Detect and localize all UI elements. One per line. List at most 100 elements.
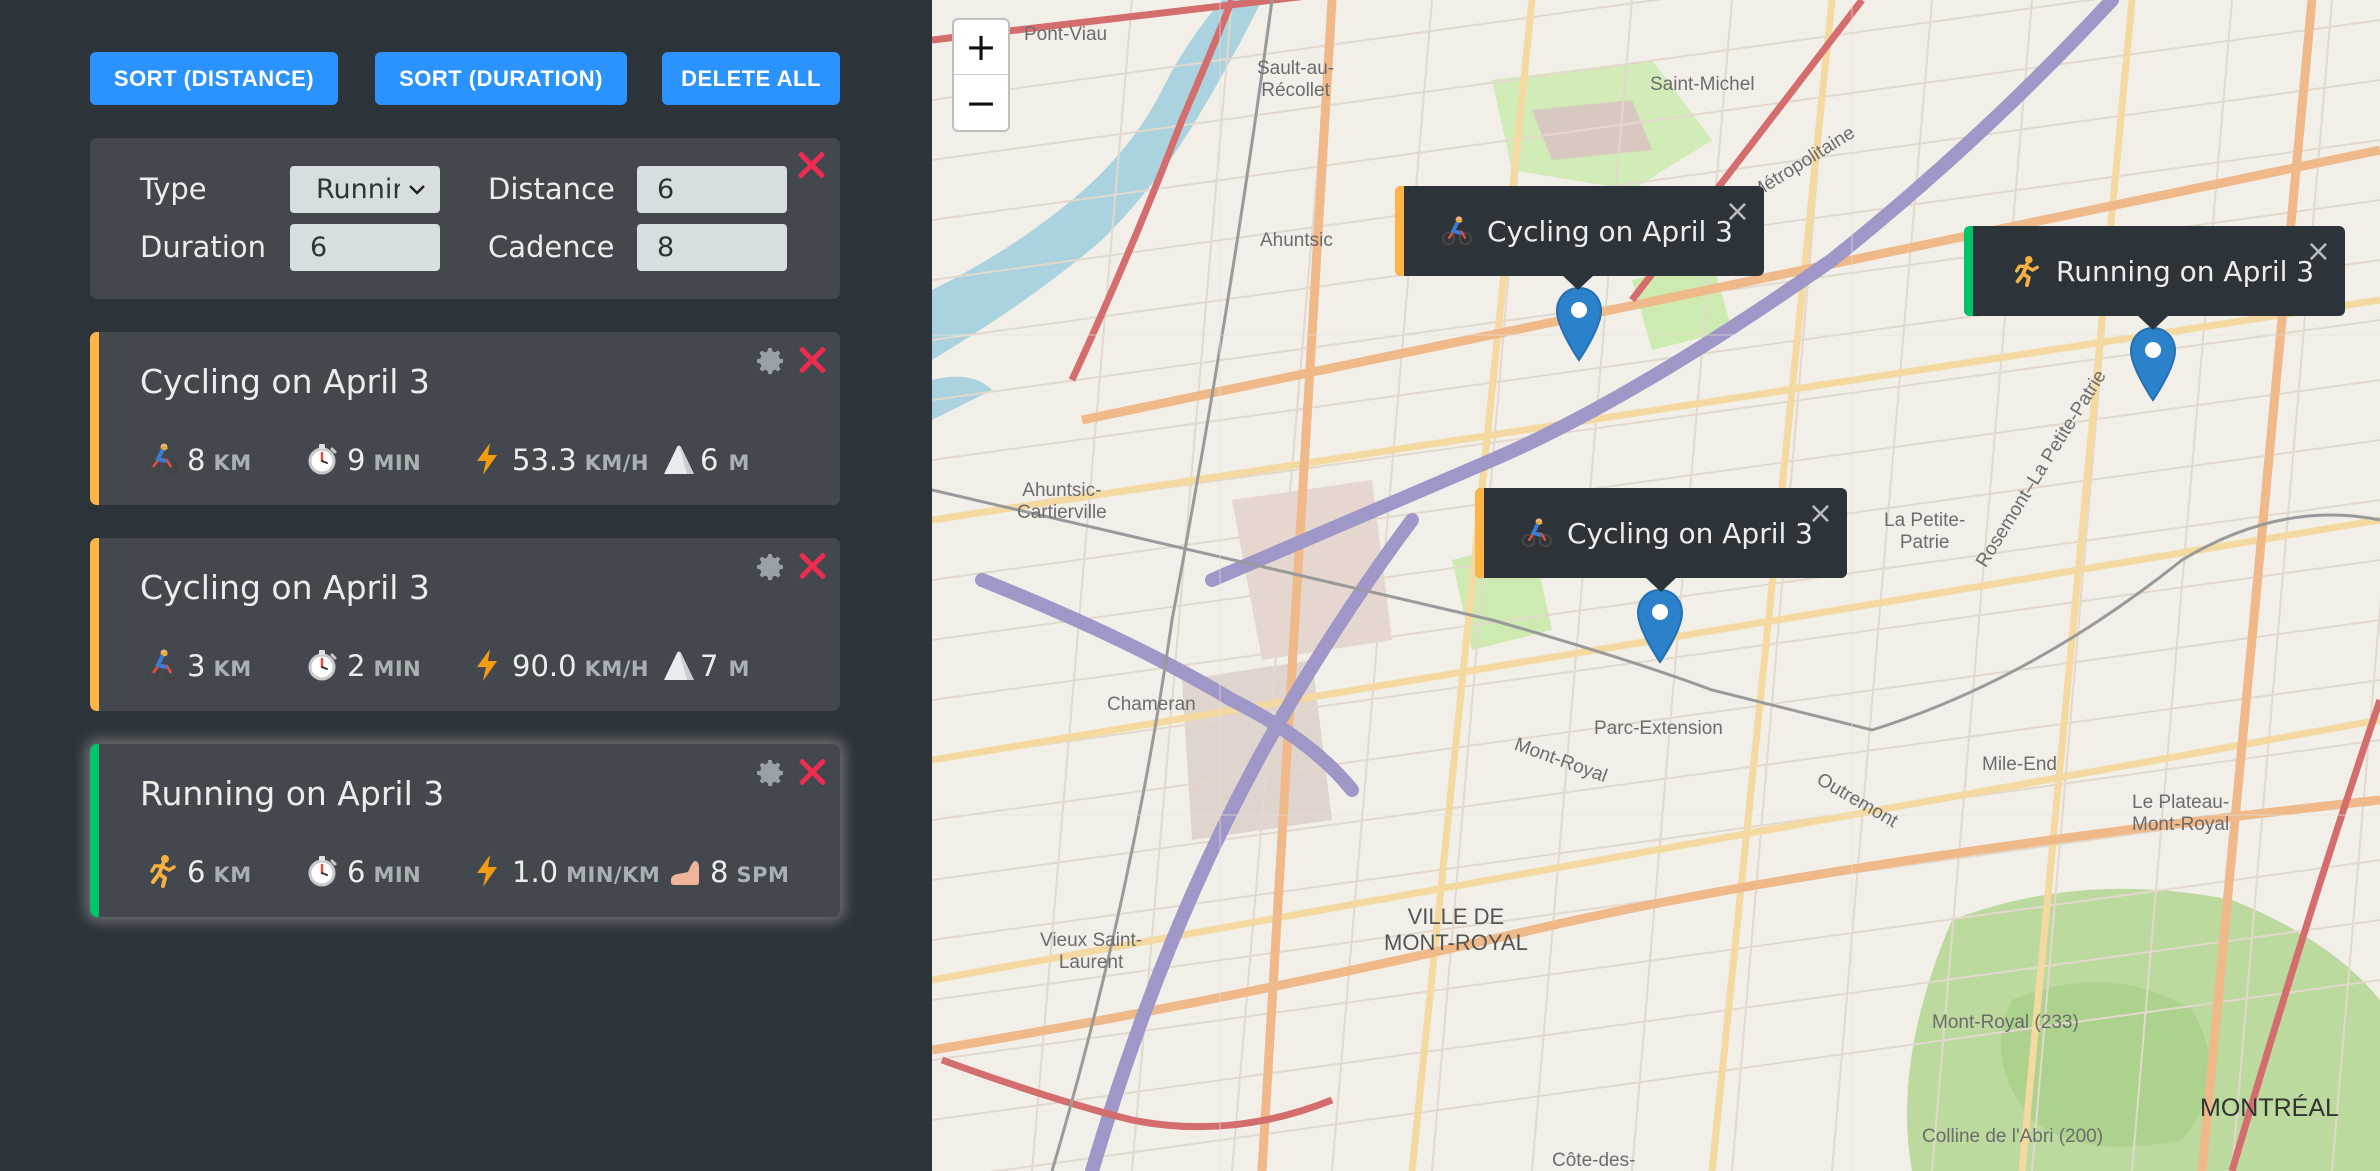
map[interactable]: Pont-Viau Sault-au- Récollet Saint-Miche… (932, 0, 2380, 1171)
close-icon[interactable] (797, 551, 827, 581)
close-icon[interactable] (797, 345, 827, 375)
map-label: Côte-des- (1552, 1150, 1636, 1171)
workout-title: Cycling on April 3 (140, 362, 430, 401)
map-label: VILLE DE MONT-ROYAL (1384, 904, 1528, 955)
popup-tip (1562, 275, 1594, 290)
distance-unit: KM (213, 863, 252, 887)
duration-input[interactable]: 6 (290, 224, 440, 271)
lightning-icon (470, 854, 504, 888)
pace-stat: 1.0 MIN/KM (470, 848, 660, 889)
map-label: Sault-au- Récollet (1257, 58, 1335, 101)
map-marker-icon[interactable] (2128, 326, 2178, 402)
gear-icon[interactable] (755, 552, 785, 582)
workout-form: Type Running Distance 6 Duration 6 Caden… (90, 138, 840, 299)
distance-input[interactable]: 6 (637, 166, 787, 213)
distance-unit: KM (213, 451, 252, 475)
distance-label: Distance (488, 172, 615, 206)
duration-unit: MIN (373, 657, 422, 681)
mountain-icon (662, 442, 696, 476)
delete-all-button[interactable]: DELETE ALL (662, 52, 840, 105)
duration-unit: MIN (373, 451, 422, 475)
bicyclist-icon (1441, 215, 1473, 247)
duration-value: 6 (347, 855, 366, 889)
popup-label: Cycling on April 3 (1567, 516, 1813, 550)
runner-icon (2010, 255, 2042, 287)
distance-stat: 3 KM (145, 642, 252, 683)
elevation-value: 7 (700, 649, 719, 683)
runner-icon (145, 854, 179, 888)
map-label: Ahuntsic (1260, 230, 1333, 251)
sidebar: SORT (DISTANCE) SORT (DURATION) DELETE A… (0, 0, 932, 1171)
stopwatch-icon (305, 648, 339, 682)
gear-icon[interactable] (755, 346, 785, 376)
map-marker-icon[interactable] (1635, 588, 1685, 664)
stopwatch-icon (305, 442, 339, 476)
popup-tip (2137, 315, 2169, 330)
workout-popup[interactable]: Running on April 3 × (1964, 226, 2345, 330)
workout-type-bar (90, 744, 99, 917)
workout-popup[interactable]: Cycling on April 3 × (1395, 186, 1764, 290)
workout-card[interactable]: Cycling on April 3 8 KM 9 MIN 53.3 KM/H … (90, 332, 840, 505)
gear-icon[interactable] (755, 758, 785, 788)
workout-card[interactable]: Running on April 3 6 KM 6 MIN 1.0 MIN/KM… (90, 744, 840, 917)
duration-value: 9 (347, 443, 366, 477)
elevation-stat: 7 M (662, 642, 750, 683)
map-label: Mont-Royal (233) (1932, 1012, 2079, 1033)
speed-value: 53.3 (512, 443, 577, 477)
bicyclist-icon (145, 442, 179, 476)
popup-label: Cycling on April 3 (1487, 214, 1733, 248)
elevation-unit: M (728, 451, 750, 475)
sort-duration-button[interactable]: SORT (DURATION) (375, 52, 627, 105)
stopwatch-icon (305, 854, 339, 888)
popup-type-bar (1964, 226, 1973, 316)
mountain-icon (662, 648, 696, 682)
elevation-unit: M (728, 657, 750, 681)
duration-stat: 6 MIN (305, 848, 421, 889)
lightning-icon (470, 442, 504, 476)
workout-title: Running on April 3 (140, 774, 445, 813)
cadence-input[interactable]: 8 (637, 224, 787, 271)
zoom-in-button[interactable]: + (954, 20, 1008, 75)
workout-card[interactable]: Cycling on April 3 3 KM 2 MIN 90.0 KM/H … (90, 538, 840, 711)
workout-popup[interactable]: Cycling on April 3 × (1475, 488, 1847, 592)
zoom-out-button[interactable]: − (954, 75, 1008, 130)
type-select[interactable]: Running (290, 166, 440, 213)
popup-close-icon[interactable]: × (1808, 496, 1833, 531)
zoom-control: + − (952, 18, 1010, 132)
popup-close-icon[interactable]: × (1725, 194, 1750, 229)
bicyclist-icon (1521, 517, 1553, 549)
map-label: Le Plateau- Mont-Royal (2132, 792, 2230, 835)
chevron-down-icon (400, 170, 434, 209)
distance-value: 3 (187, 649, 206, 683)
cadence-value: 8 (710, 855, 729, 889)
map-marker-icon[interactable] (1554, 286, 1604, 362)
close-icon[interactable] (797, 757, 827, 787)
distance-value: 8 (187, 443, 206, 477)
sort-distance-button[interactable]: SORT (DISTANCE) (90, 52, 338, 105)
speed-value: 90.0 (512, 649, 577, 683)
map-label: Vieux Saint- Laurent (1040, 930, 1143, 973)
map-label: Pont-Viau (1024, 24, 1108, 45)
map-label: Chameran (1107, 694, 1196, 715)
distance-unit: KM (213, 657, 252, 681)
cadence-stat: 8 SPM (668, 848, 789, 889)
type-label: Type (140, 172, 207, 206)
popup-type-bar (1395, 186, 1404, 276)
map-label: Mile-End (1982, 754, 2057, 775)
cadence-label: Cadence (488, 230, 615, 264)
foot-icon (668, 854, 702, 888)
speed-unit: KM/H (584, 451, 649, 475)
close-form-icon[interactable] (796, 150, 826, 180)
duration-label: Duration (140, 230, 266, 264)
popup-tip (1645, 577, 1677, 592)
pace-unit: MIN/KM (566, 863, 661, 887)
duration-stat: 9 MIN (305, 436, 421, 477)
speed-stat: 90.0 KM/H (470, 642, 649, 683)
popup-close-icon[interactable]: × (2306, 234, 2331, 269)
duration-value: 2 (347, 649, 366, 683)
elevation-value: 6 (700, 443, 719, 477)
map-label: Parc-Extension (1594, 718, 1723, 739)
map-label: Ahuntsic- Cartierville (1017, 480, 1107, 523)
popup-type-bar (1475, 488, 1484, 578)
workout-type-bar (90, 332, 99, 505)
